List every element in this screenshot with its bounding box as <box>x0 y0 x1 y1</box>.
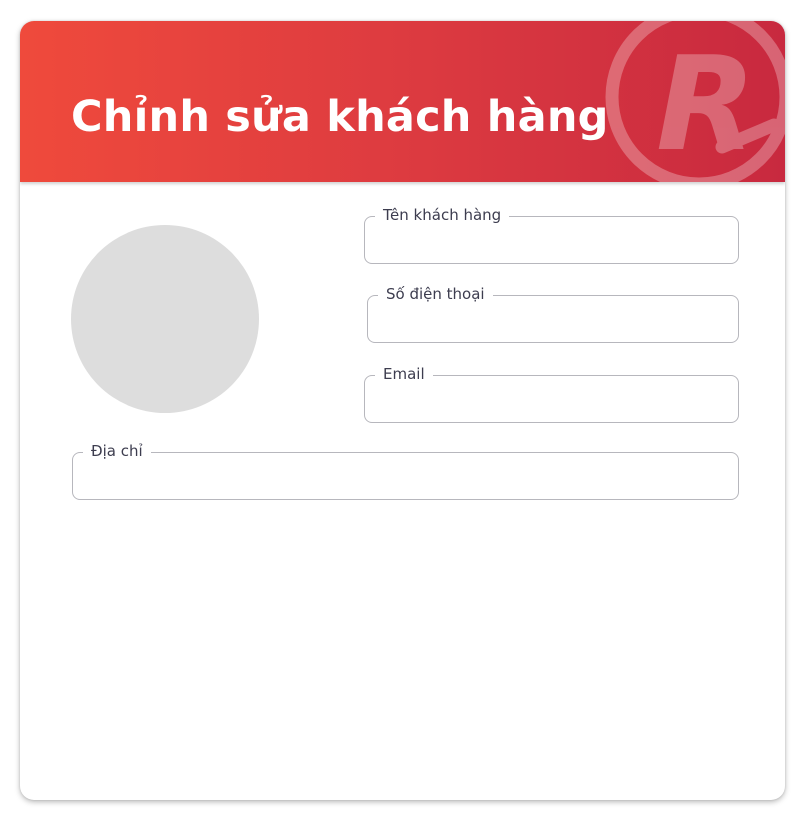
email-field: Email <box>364 364 739 423</box>
customer-name-label: Tên khách hàng <box>375 205 510 225</box>
email-label: Email <box>375 364 433 384</box>
phone-label: Số điện thoại <box>378 284 493 304</box>
phone-input[interactable] <box>382 307 724 331</box>
address-field: Địa chỉ <box>72 441 739 500</box>
phone-field: Số điện thoại <box>367 284 739 343</box>
avatar[interactable] <box>71 225 259 413</box>
email-input[interactable] <box>379 387 724 411</box>
svg-text:R: R <box>656 28 756 180</box>
customer-name-field: Tên khách hàng <box>364 205 739 264</box>
customer-name-input[interactable] <box>379 228 724 252</box>
edit-customer-dialog: Chỉnh sửa khách hàng R Tên khách hàng Số… <box>20 21 785 800</box>
page-title: Chỉnh sửa khách hàng <box>71 92 609 142</box>
address-input[interactable] <box>87 464 724 488</box>
address-label: Địa chỉ <box>83 441 151 461</box>
dialog-header: Chỉnh sửa khách hàng R <box>20 21 785 182</box>
registered-r-icon: R <box>605 21 785 182</box>
